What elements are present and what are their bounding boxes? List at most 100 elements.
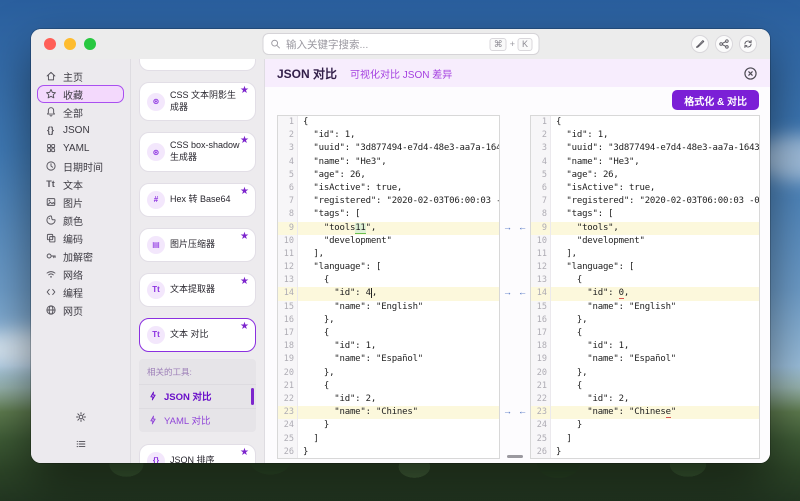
sidebar-item-code[interactable]: 编程 — [37, 283, 124, 301]
tool-card-5[interactable]: Tt文本 对比★ — [139, 318, 256, 352]
gutter-row-6 — [500, 181, 530, 194]
lightning-icon — [147, 414, 159, 426]
merge-left-arrow-icon[interactable]: ← — [518, 286, 527, 299]
merge-left-arrow-icon[interactable]: ← — [518, 405, 527, 418]
close-window-button[interactable] — [44, 38, 56, 50]
sidebar-item-yaml[interactable]: YAML — [37, 139, 124, 157]
code-line-right-11: 11 ], — [531, 248, 759, 261]
line-content: { — [551, 274, 759, 287]
sidebar-item-color[interactable]: 颜色 — [37, 211, 124, 229]
favorite-star-icon[interactable]: ★ — [240, 187, 249, 197]
favorite-star-icon[interactable]: ★ — [240, 277, 249, 287]
desktop-background: 输入关键字搜索... ⌘ + K 主页收藏全部{}JSONYAML日期时间Tt文… — [0, 0, 800, 501]
code-line-right-12: 12 "language": [ — [531, 261, 759, 274]
tool-card-1[interactable]: ⊛CSS box-shadow 生成器★ — [139, 132, 256, 171]
merge-left-arrow-icon[interactable]: ← — [518, 221, 527, 234]
line-number: 22 — [531, 393, 551, 406]
sidebar-item-encode[interactable]: 编码 — [37, 229, 124, 247]
line-content: "registered": "2020-02-03T06:00:03 -08:0… — [298, 195, 499, 208]
code-line-right-14: 14 "id": 0, — [531, 287, 759, 300]
favorite-star-icon[interactable]: ★ — [240, 322, 249, 332]
line-content: { — [551, 116, 759, 129]
code-line-right-18: 18 "id": 1, — [531, 340, 759, 353]
sidebar-item-datetime[interactable]: 日期时间 — [37, 157, 124, 175]
tool-card-0[interactable]: ⊛CSS 文本阴影生成器★ — [139, 82, 256, 121]
tool-card-3[interactable]: ▤图片压缩器★ — [139, 228, 256, 262]
sidebar-item-json[interactable]: {}JSON — [37, 121, 124, 139]
sidebar-item-crypto[interactable]: 加解密 — [37, 247, 124, 265]
line-content: "name": "English" — [551, 301, 759, 314]
favorite-star-icon[interactable]: ★ — [240, 86, 249, 96]
theme-button[interactable] — [691, 35, 709, 53]
all-icon — [44, 106, 57, 118]
code-line-right-15: 15 "name": "English" — [531, 301, 759, 314]
tool-card-2[interactable]: #Hex 转 Base64★ — [139, 183, 256, 217]
line-number: 16 — [531, 314, 551, 327]
lightning-icon — [147, 390, 159, 402]
sidebar-item-star[interactable]: 收藏 — [37, 85, 124, 103]
format-compare-button[interactable]: 格式化 & 对比 — [672, 90, 759, 110]
sidebar-item-network[interactable]: 网络 — [37, 265, 124, 283]
partial-tool-card[interactable] — [139, 59, 256, 71]
sidebar-item-label: 图片 — [63, 195, 83, 210]
code-line-right-5: 5 "age": 26, — [531, 169, 759, 182]
favorite-star-icon[interactable]: ★ — [240, 232, 249, 242]
tool-card-6[interactable]: {}JSON 排序★ — [139, 444, 256, 463]
sidebar-item-home[interactable]: 主页 — [37, 67, 124, 85]
sidebar-item-web[interactable]: 网页 — [37, 301, 124, 319]
line-number: 9 — [278, 222, 298, 235]
gutter-row-18 — [500, 339, 530, 352]
merge-right-arrow-icon[interactable]: → — [503, 286, 512, 299]
line-content: { — [298, 274, 499, 287]
settings-gear-icon[interactable] — [72, 408, 90, 426]
minimize-window-button[interactable] — [64, 38, 76, 50]
line-number: 23 — [531, 406, 551, 419]
zoom-window-button[interactable] — [84, 38, 96, 50]
code-line-left-15: 15 "name": "English" — [278, 301, 499, 314]
sidebar-item-label: 全部 — [63, 105, 83, 120]
collapse-sidebar-icon[interactable] — [72, 435, 90, 453]
tool-card-label: JSON 排序 — [170, 455, 223, 463]
diff-gutter: → ← → ← → ← — [500, 115, 530, 459]
line-number: 12 — [531, 261, 551, 274]
code-line-left-14: 14 "id": 4, — [278, 287, 499, 300]
gutter-row-21 — [500, 379, 530, 392]
merge-right-arrow-icon[interactable]: → — [503, 405, 512, 418]
close-tool-icon[interactable] — [743, 66, 758, 81]
k-key: K — [518, 38, 532, 51]
line-content: ] — [551, 433, 759, 446]
sidebar-item-text[interactable]: Tt文本 — [37, 175, 124, 193]
related-tool-label: YAML 对比 — [164, 413, 210, 427]
gutter-row-11 — [500, 247, 530, 260]
sidebar-item-image[interactable]: 图片 — [37, 193, 124, 211]
related-tool-1[interactable]: YAML 对比 — [139, 408, 256, 432]
sync-icon — [742, 38, 754, 50]
line-number: 22 — [278, 393, 298, 406]
line-number: 2 — [278, 129, 298, 142]
code-line-right-8: 8 "tags": [ — [531, 208, 759, 221]
line-content: "name": "Español" — [551, 353, 759, 366]
line-content: }, — [551, 314, 759, 327]
related-tool-0[interactable]: JSON 对比 — [139, 384, 256, 408]
sidebar: 主页收藏全部{}JSONYAML日期时间Tt文本图片颜色编码加解密网络编程网页 — [31, 59, 130, 463]
code-line-right-13: 13 { — [531, 274, 759, 287]
code-line-left-11: 11 ], — [278, 248, 499, 261]
horizontal-scrollbar-thumb[interactable] — [507, 455, 523, 458]
gutter-row-19 — [500, 352, 530, 365]
favorite-star-icon[interactable]: ★ — [240, 136, 249, 146]
sync-button[interactable] — [739, 35, 757, 53]
yaml-icon — [44, 142, 57, 154]
favorite-star-icon[interactable]: ★ — [240, 448, 249, 458]
right-json-editor[interactable]: 1{2 "id": 1,3 "uuid": "3d877494-e7d4-48e… — [530, 115, 760, 459]
share-button[interactable] — [715, 35, 733, 53]
line-content: }, — [298, 314, 499, 327]
search-input[interactable]: 输入关键字搜索... ⌘ + K — [262, 33, 539, 55]
gutter-row-20 — [500, 366, 530, 379]
sidebar-item-all[interactable]: 全部 — [37, 103, 124, 121]
left-json-editor[interactable]: 1{2 "id": 1,3 "uuid": "3d877494-e7d4-48e… — [277, 115, 500, 459]
code-line-left-23: 23 "name": "Chines" — [278, 406, 499, 419]
line-number: 16 — [278, 314, 298, 327]
line-content: "language": [ — [298, 261, 499, 274]
tool-card-4[interactable]: Tt文本提取器★ — [139, 273, 256, 307]
merge-right-arrow-icon[interactable]: → — [503, 221, 512, 234]
